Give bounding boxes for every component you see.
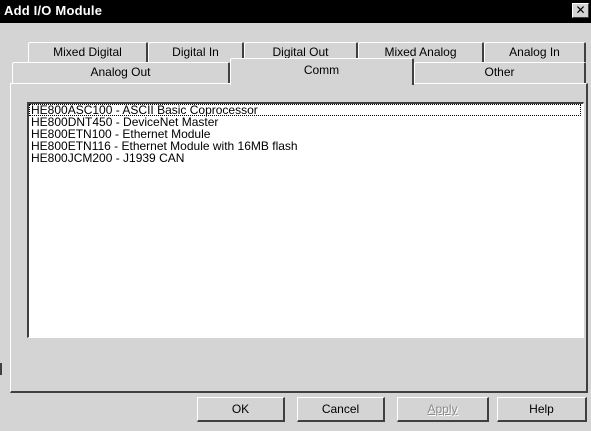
window-edge-mark — [0, 363, 2, 375]
tab-analog-in[interactable]: Analog In — [484, 42, 586, 62]
help-button-label: Help — [529, 402, 554, 416]
tab-label: Digital In — [172, 45, 219, 59]
tab-analog-out[interactable]: Analog Out — [12, 62, 230, 84]
tab-label: Digital Out — [272, 45, 329, 59]
tab-label: Comm — [303, 63, 340, 77]
tab-label: Mixed Digital — [53, 45, 122, 59]
tab-label: Analog Out — [90, 65, 151, 79]
ok-button[interactable]: OK — [197, 397, 285, 422]
list-item[interactable]: HE800JCM200 - J1939 CAN — [29, 152, 583, 164]
tab-label: Mixed Analog — [384, 45, 457, 59]
module-listbox[interactable]: HE800ASC100 - ASCII Basic Coprocessor HE… — [27, 102, 584, 338]
apply-button[interactable]: Apply — [397, 397, 489, 422]
title-bar[interactable]: Add I/O Module ✕ — [0, 0, 591, 23]
dialog-title: Add I/O Module — [4, 3, 103, 18]
cancel-button[interactable]: Cancel — [297, 397, 385, 422]
tab-label: Other — [484, 65, 515, 79]
apply-button-label: Apply — [427, 402, 458, 416]
tab-other[interactable]: Other — [414, 62, 586, 84]
close-icon: ✕ — [575, 3, 586, 17]
close-button[interactable]: ✕ — [572, 3, 589, 18]
tab-label: Analog In — [509, 45, 560, 59]
tab-mixed-digital[interactable]: Mixed Digital — [28, 42, 148, 62]
ok-button-label: OK — [231, 402, 250, 416]
cancel-button-label: Cancel — [321, 402, 360, 416]
tab-comm[interactable]: Comm — [230, 58, 414, 85]
add-io-module-dialog: Add I/O Module ✕ Mixed Digital Digital I… — [0, 0, 591, 431]
help-button[interactable]: Help — [497, 397, 587, 422]
